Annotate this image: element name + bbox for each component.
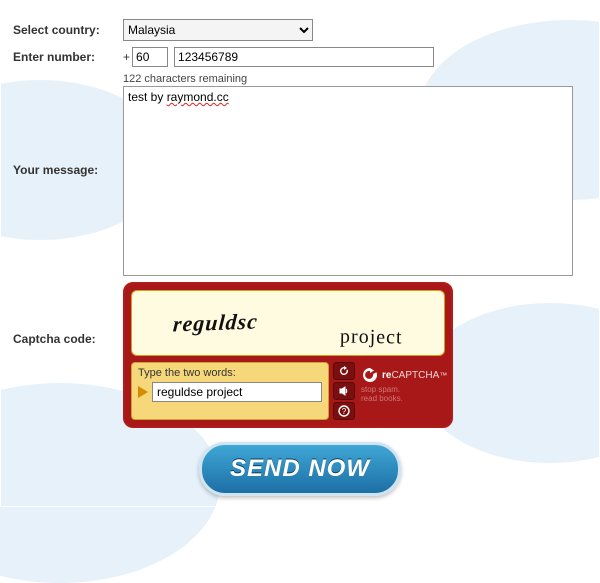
country-code-input[interactable] xyxy=(132,47,168,67)
message-textarea[interactable]: test by raymond.cc xyxy=(123,86,573,276)
number-label: Enter number: xyxy=(13,50,123,64)
svg-text:?: ? xyxy=(342,407,347,416)
captcha-input[interactable] xyxy=(152,382,322,402)
captcha-prompt: Type the two words: xyxy=(138,367,322,379)
captcha-help-button[interactable]: ? xyxy=(333,402,355,420)
chars-remaining: 122 characters remaining xyxy=(123,73,587,85)
captcha-image: reguldsc project xyxy=(131,290,445,356)
country-label: Select country: xyxy=(13,23,123,37)
recaptcha-widget: reguldsc project Type the two words: xyxy=(123,282,453,428)
recaptcha-brand: reCAPTCHA™ stop spam. read books. xyxy=(359,362,445,420)
captcha-refresh-button[interactable] xyxy=(333,362,355,380)
arrow-icon xyxy=(138,386,148,398)
recaptcha-logo-icon xyxy=(361,366,379,384)
captcha-audio-button[interactable] xyxy=(333,382,355,400)
plus-sign: + xyxy=(123,50,130,64)
phone-number-input[interactable] xyxy=(174,47,434,67)
country-select[interactable]: Malaysia xyxy=(123,19,313,41)
message-label: Your message: xyxy=(13,73,123,177)
send-button[interactable]: SEND NOW xyxy=(199,442,401,496)
sms-form: Select country: Malaysia Enter number: +… xyxy=(0,0,600,507)
captcha-label: Captcha code: xyxy=(13,282,123,346)
